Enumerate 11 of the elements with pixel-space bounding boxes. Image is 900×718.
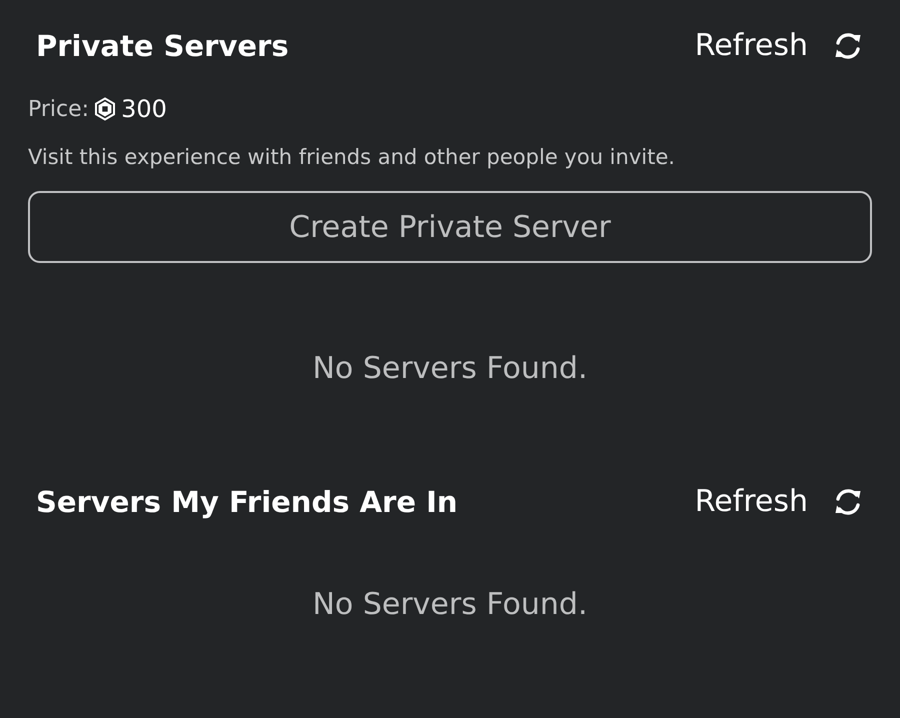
currency-icon	[93, 97, 118, 121]
section-title: Servers My Friends Are In	[36, 484, 458, 518]
description-text: Visit this experience with friends and other people you invite.	[28, 145, 676, 169]
refresh-link[interactable]: Refresh	[694, 484, 808, 519]
price-label: Price:	[28, 96, 90, 122]
empty-message: No Servers Found.	[311, 351, 589, 386]
create-server-button[interactable]: Create Private Server	[28, 191, 872, 263]
refresh-link[interactable]: Refresh	[694, 28, 808, 63]
section-title: Private Servers	[36, 28, 289, 62]
price-value: 300	[121, 95, 167, 123]
empty-message: No Servers Found.	[311, 587, 589, 622]
